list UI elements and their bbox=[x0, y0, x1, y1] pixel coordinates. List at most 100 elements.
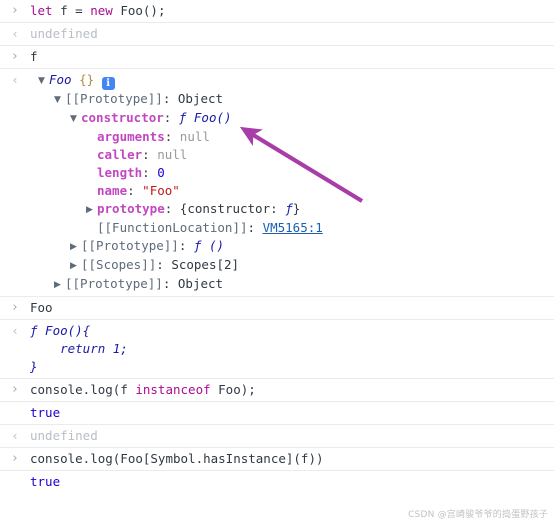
token-kw2: instanceof bbox=[135, 382, 211, 397]
token-null: null bbox=[157, 147, 188, 162]
console-input-row[interactable]: › console.log(Foo[Symbol.hasInstance](f)) bbox=[0, 447, 554, 470]
console-input-row[interactable]: › console.log(f instanceof Foo); bbox=[0, 378, 554, 401]
token-fn: Foo bbox=[49, 72, 72, 87]
token-prop: arguments bbox=[97, 129, 165, 144]
row-content: f bbox=[30, 48, 554, 66]
token-prop: caller bbox=[97, 147, 143, 162]
chevron-down-icon[interactable]: ▼ bbox=[54, 91, 65, 109]
token-prop: constructor bbox=[81, 110, 164, 125]
csdn-watermark: CSDN @宫崎骏爷爷的捣蛋野孩子 bbox=[408, 510, 548, 520]
token-plain: Foo bbox=[30, 300, 53, 315]
token-kw2: new bbox=[90, 3, 113, 18]
prompt-output-marker: ‹ bbox=[12, 73, 18, 87]
token-brace: {} bbox=[79, 72, 95, 87]
token-undef: undefined bbox=[30, 428, 98, 443]
row-content: console.log(Foo[Symbol.hasInstance](f)) bbox=[30, 450, 554, 468]
token-op: = bbox=[75, 3, 83, 18]
object-tree-row[interactable]: ▶ [[Scopes]]: Scopes[2] bbox=[30, 256, 548, 275]
prompt-output-marker: ‹ bbox=[12, 429, 18, 443]
info-badge-icon[interactable]: i bbox=[101, 77, 115, 90]
chevron-right-icon[interactable]: ▶ bbox=[70, 257, 81, 275]
object-tree-row[interactable]: caller: null bbox=[30, 146, 548, 164]
token-plain: : bbox=[164, 201, 180, 216]
chevron-down-icon[interactable]: ▼ bbox=[38, 72, 49, 90]
console-input-row[interactable]: › f bbox=[0, 45, 554, 68]
console-output-row[interactable]: ‹ ▼ Foo {} i ▼ [[Prototype]]: Object ▼ constru… bbox=[0, 68, 554, 296]
token-plain: : bbox=[156, 257, 172, 272]
token-bool: true bbox=[30, 474, 61, 489]
token-plain: : bbox=[247, 220, 263, 235]
row-content: true bbox=[30, 473, 554, 491]
token-obj: Object bbox=[177, 91, 224, 106]
prompt-input-marker: › bbox=[12, 3, 18, 18]
token-num: 0 bbox=[157, 165, 165, 180]
source-line: ƒ Foo(){ bbox=[30, 322, 548, 340]
console-output-row[interactable]: ‹ undefined bbox=[0, 22, 554, 45]
console-output-row[interactable]: true bbox=[0, 401, 554, 424]
token-internal: [[Prototype]] bbox=[81, 238, 179, 253]
chevron-right-icon[interactable]: ▶ bbox=[54, 276, 65, 294]
token-plain: : bbox=[142, 147, 158, 162]
row-content: true bbox=[30, 404, 554, 422]
token-undef: undefined bbox=[30, 26, 98, 41]
token-bool: true bbox=[30, 405, 61, 420]
object-tree-row[interactable]: length: 0 bbox=[30, 164, 548, 182]
row-content: Foo bbox=[30, 299, 554, 317]
console-output-row[interactable]: ‹ undefined bbox=[0, 424, 554, 447]
token-str: "Foo" bbox=[142, 183, 180, 198]
object-tree-row[interactable]: arguments: null bbox=[30, 128, 548, 146]
console-output-row[interactable]: ‹ ƒ Foo(){ return 1;} bbox=[0, 319, 554, 378]
token-fn: ƒ Foo() bbox=[178, 110, 232, 125]
chevron-down-icon[interactable]: ▼ bbox=[70, 110, 81, 128]
row-content: console.log(f instanceof Foo); bbox=[30, 381, 554, 399]
object-tree-row[interactable]: [[FunctionLocation]]: VM5165:1 bbox=[30, 219, 548, 237]
console-input-row[interactable]: › let f = new Foo(); bbox=[0, 0, 554, 22]
console-input-row[interactable]: › Foo bbox=[0, 296, 554, 319]
token-fn: ƒ Foo(){ bbox=[30, 323, 91, 338]
object-tree-row[interactable]: ▶ prototype: {constructor: ƒ} bbox=[30, 200, 548, 219]
console-output-row[interactable]: true bbox=[0, 470, 554, 493]
prompt-input-marker: › bbox=[12, 451, 18, 466]
token-internal: [[FunctionLocation]] bbox=[97, 220, 248, 235]
row-content: ƒ Foo(){ return 1;} bbox=[30, 322, 554, 376]
prompt-output-marker: ‹ bbox=[12, 27, 18, 41]
token-plain: console.log(Foo[Symbol.hasInstance](f)) bbox=[30, 451, 324, 466]
object-tree-row[interactable]: ▼ Foo {} i bbox=[30, 71, 548, 90]
object-tree-row[interactable]: ▼ constructor: ƒ Foo() bbox=[30, 109, 548, 128]
object-tree-row[interactable]: ▶ [[Prototype]]: Object bbox=[30, 275, 548, 294]
object-tree-row[interactable]: name: "Foo" bbox=[30, 182, 548, 200]
token-plain: : bbox=[142, 165, 158, 180]
prompt-input-marker: › bbox=[12, 300, 18, 315]
token-prop: name bbox=[97, 183, 128, 198]
token-plain: Foo); bbox=[210, 382, 256, 397]
token-fn: ƒ () bbox=[193, 238, 225, 253]
object-tree-row[interactable]: ▼ [[Prototype]]: Object bbox=[30, 90, 548, 109]
token-plain: : bbox=[270, 201, 286, 216]
token-plain: Foo(); bbox=[112, 3, 166, 18]
source-line: } bbox=[30, 358, 548, 376]
prompt-input-marker: › bbox=[12, 382, 18, 397]
token-plain: f bbox=[30, 49, 38, 64]
token-internal: [[Prototype]] bbox=[65, 91, 163, 106]
token-plain: f bbox=[52, 3, 76, 18]
token-plain: : bbox=[164, 129, 180, 144]
chevron-right-icon[interactable]: ▶ bbox=[70, 238, 81, 256]
token-internal: [[Scopes]] bbox=[81, 257, 157, 272]
token-internal: [[Prototype]] bbox=[65, 276, 163, 291]
token-null: null bbox=[179, 129, 210, 144]
token-link[interactable]: VM5165:1 bbox=[263, 220, 323, 235]
token-prop: prototype bbox=[97, 201, 165, 216]
token-prop: length bbox=[97, 165, 143, 180]
chevron-right-icon[interactable]: ▶ bbox=[86, 201, 97, 219]
token-plain: : bbox=[178, 238, 194, 253]
token-plain: : bbox=[162, 91, 178, 106]
devtools-console-panel[interactable]: › let f = new Foo(); ‹ undefined › f ‹ ▼ Foo {} … bbox=[0, 0, 554, 493]
token-scope: Scopes[2] bbox=[171, 257, 240, 272]
token-fn: } bbox=[30, 359, 38, 374]
token-plain: constructor bbox=[187, 201, 271, 216]
prompt-input-marker: › bbox=[12, 49, 18, 64]
object-tree-row[interactable]: ▶ [[Prototype]]: ƒ () bbox=[30, 237, 548, 256]
row-content: let f = new Foo(); bbox=[30, 2, 554, 20]
